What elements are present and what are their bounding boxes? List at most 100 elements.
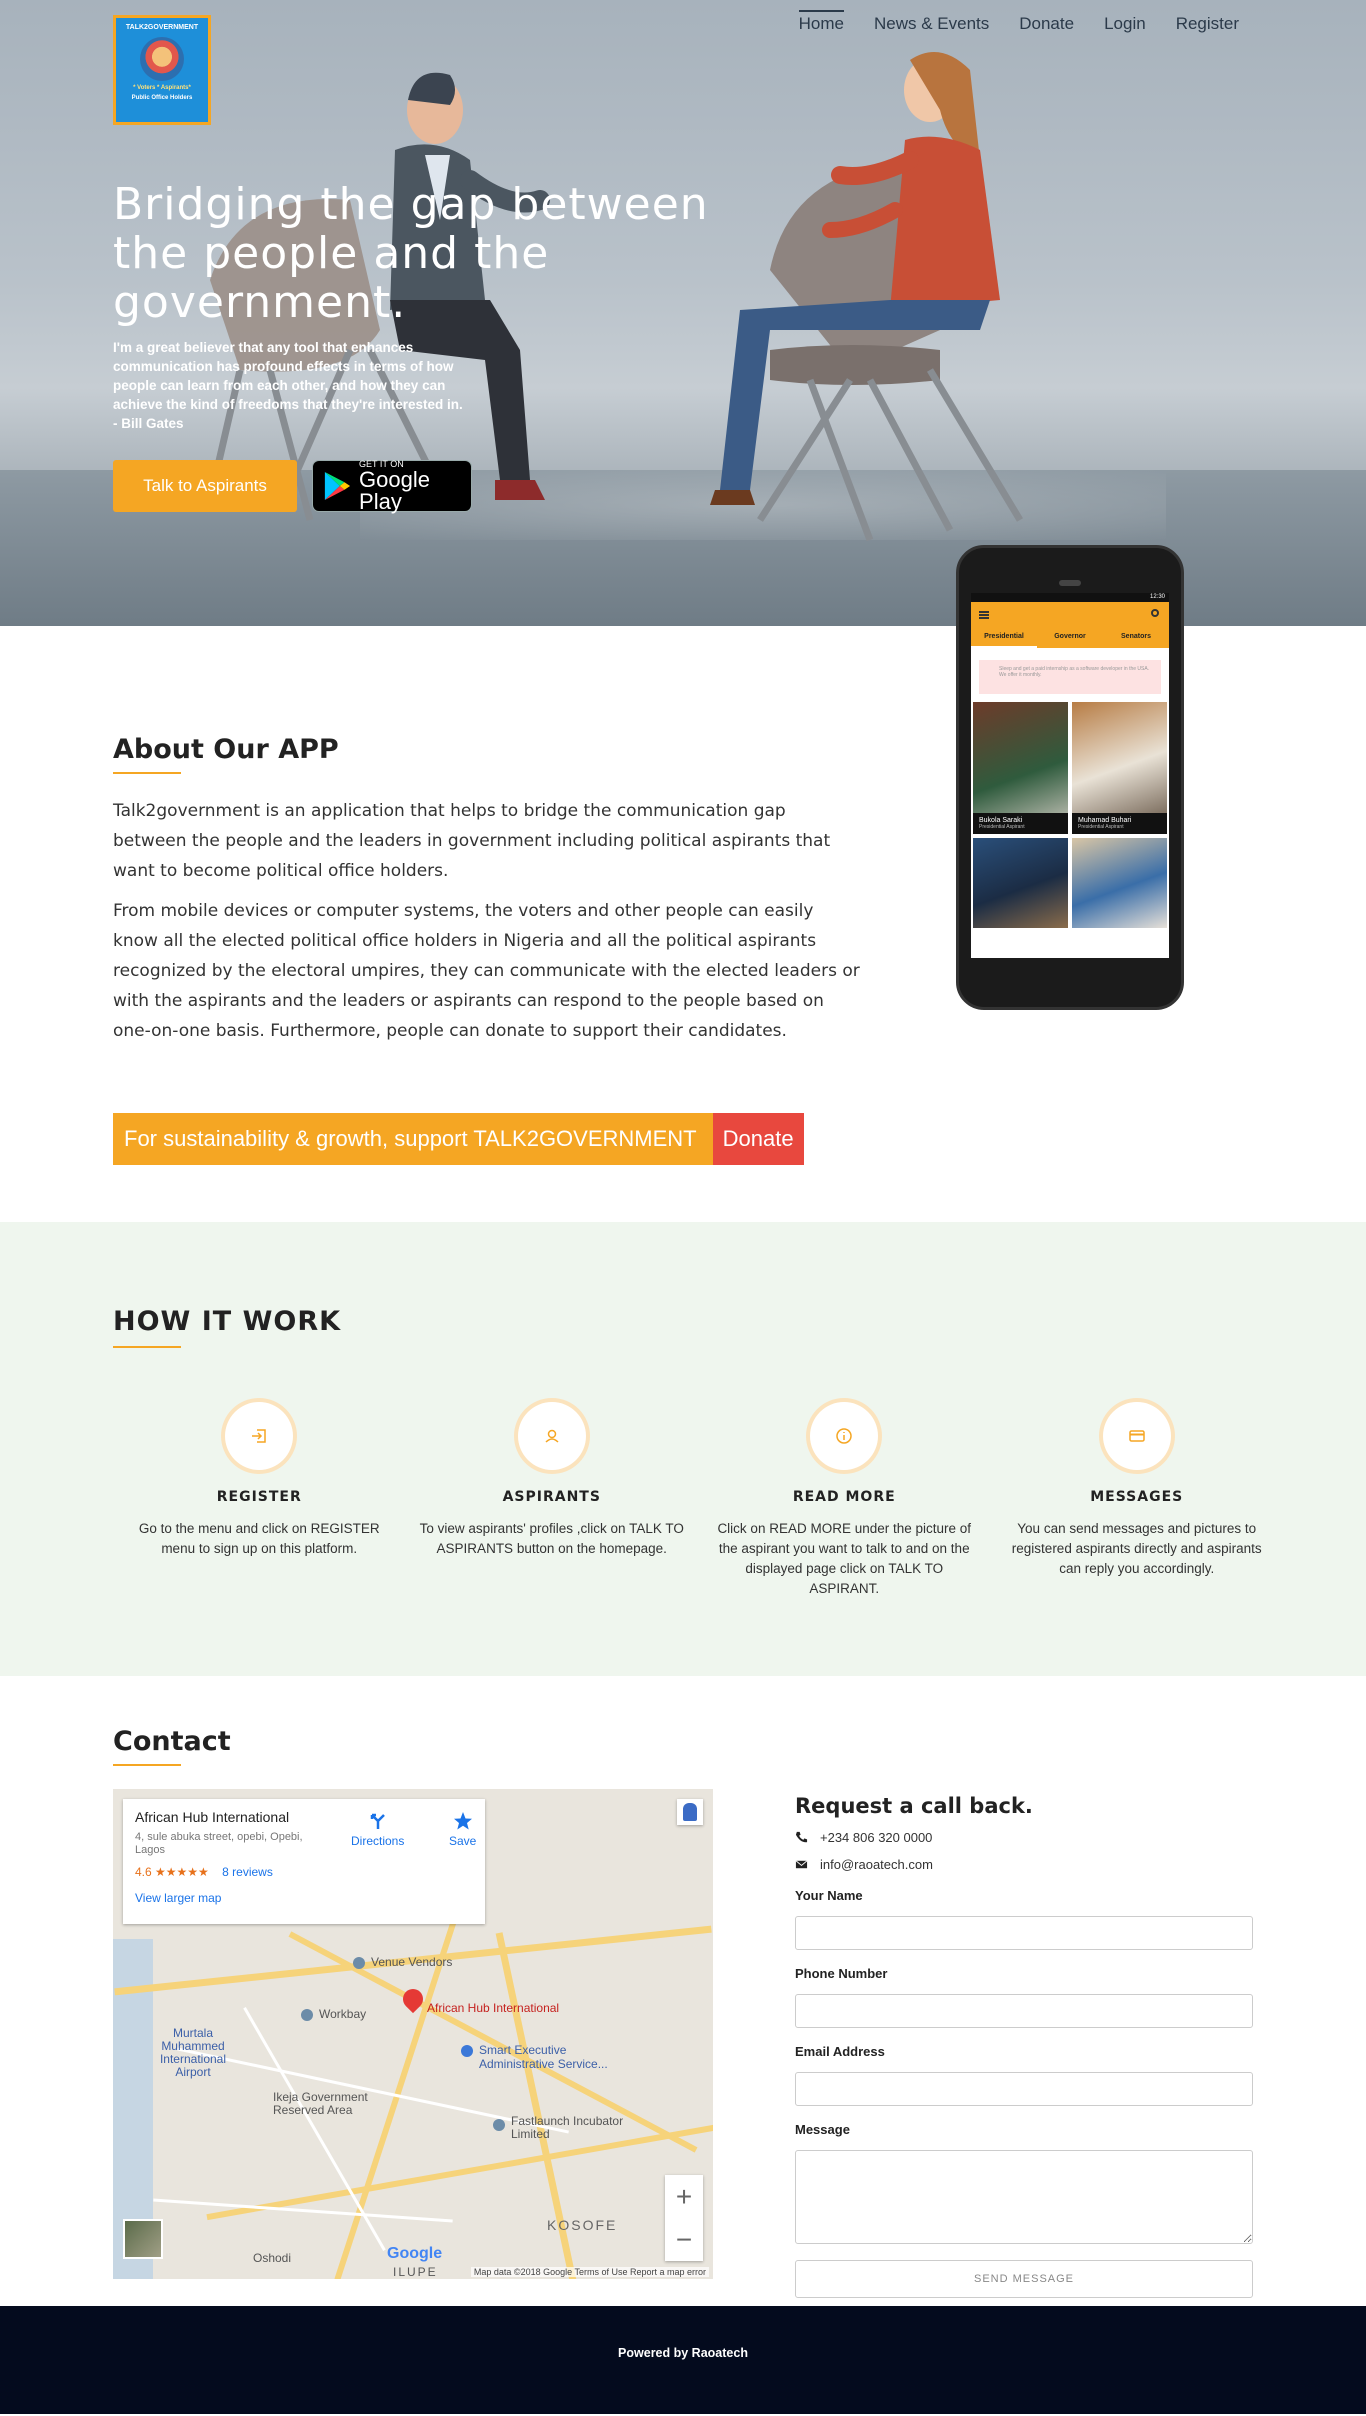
message-field[interactable]: [795, 2150, 1253, 2244]
nav-login[interactable]: Login: [1104, 14, 1146, 38]
phone-number-field[interactable]: [795, 1994, 1253, 2028]
phone-screen: 12:30 Presidential Governor Senators Sle…: [971, 593, 1169, 958]
map-rating-stars: 4.6 ★★★★★: [135, 1865, 209, 1879]
phone-status-bar: 12:30: [971, 593, 1169, 602]
email-field[interactable]: [795, 2072, 1253, 2106]
nav-news-events[interactable]: News & Events: [874, 14, 989, 38]
pegman-icon[interactable]: [677, 1799, 703, 1825]
map-directions-label: Directions: [351, 1834, 405, 1848]
satellite-toggle[interactable]: [123, 2219, 163, 2259]
aspirant-card: [973, 838, 1068, 928]
name-field[interactable]: [795, 1916, 1253, 1950]
step-read-more: READ MORE Click on READ MORE under the p…: [698, 1402, 991, 1599]
about-paragraph-2: From mobile devices or computer systems,…: [113, 901, 860, 1041]
map-label: KOSOFE: [547, 2217, 618, 2233]
map-poi-marker: [461, 2045, 473, 2057]
aspirant-role: Presidential Aspirant: [979, 824, 1025, 830]
map-label: Workbay: [319, 2007, 367, 2021]
map-info-card: African Hub International 4, sule abuka …: [123, 1799, 485, 1924]
contact-section: Contact Venue Vendors Workbay African Hu…: [0, 1676, 1366, 2306]
menu-icon: [979, 611, 989, 619]
steps-row: REGISTER Go to the menu and click on REG…: [113, 1402, 1283, 1599]
map-save-button[interactable]: Save: [449, 1811, 476, 1848]
aspirant-card: Muhamad Buhari Presidential Aspirant: [1072, 702, 1167, 834]
sign-in-icon: [225, 1402, 294, 1470]
hero-section: TALK2GOVERNMENT * Voters * Aspirants* Pu…: [0, 0, 1366, 626]
search-icon: [1151, 609, 1159, 617]
map-label: Smart Executive Administrative Service..…: [479, 2043, 608, 2071]
step-register: REGISTER Go to the menu and click on REG…: [113, 1402, 406, 1599]
map-label: African Hub International: [427, 2001, 560, 2015]
heading-underline: [113, 1764, 181, 1766]
phone-speaker: [1059, 580, 1081, 586]
how-heading: HOW IT WORK: [113, 1306, 342, 1337]
message-label: Message: [795, 2122, 850, 2137]
map-label: Fastlaunch Incubator Limited: [511, 2114, 624, 2141]
support-banner: For sustainability & growth, support TAL…: [113, 1113, 804, 1165]
contact-heading: Contact: [113, 1726, 231, 1757]
phone-tab-governor: Governor: [1054, 633, 1086, 640]
gplay-big-text: Google Play: [359, 467, 430, 514]
contact-email: info@raoatech.com: [795, 1857, 1253, 1872]
google-play-icon: [324, 471, 351, 501]
zoom-out-button[interactable]: −: [665, 2218, 703, 2261]
aspirant-card: [1072, 838, 1167, 928]
map-place-name: African Hub International: [135, 1809, 290, 1825]
phone-tabs: Presidential Governor Senators: [971, 628, 1169, 648]
step-text: Click on READ MORE under the picture of …: [717, 1521, 972, 1596]
map-road: [288, 1931, 698, 2153]
aspirant-card: Bukola Saraki Presidential Aspirant: [973, 702, 1068, 834]
map-label: Oshodi: [253, 2251, 292, 2265]
logo-emblem: [140, 37, 184, 81]
hero-quote-author: - Bill Gates: [113, 416, 184, 431]
step-text: You can send messages and pictures to re…: [1011, 1521, 1262, 1576]
site-logo[interactable]: TALK2GOVERNMENT * Voters * Aspirants* Pu…: [113, 15, 211, 125]
credit-card-icon: [1102, 1402, 1171, 1470]
nav-donate[interactable]: Donate: [1019, 14, 1074, 38]
step-text: Go to the menu and click on REGISTER men…: [138, 1521, 380, 1556]
phone-aspirant-grid: Bukola Saraki Presidential Aspirant Muha…: [971, 702, 1169, 928]
map-label: Murtala Muhammed International Airport: [159, 2026, 227, 2079]
footer-credit: Powered by Raoatech: [618, 2346, 748, 2360]
star-icon: [453, 1812, 472, 1830]
map-label: Venue Vendors: [371, 1955, 453, 1969]
map-label: ILUPE: [393, 2265, 438, 2279]
zoom-in-button[interactable]: +: [665, 2175, 703, 2218]
aspirant-card-caption: Muhamad Buhari Presidential Aspirant: [1072, 813, 1167, 834]
phone-tab-presidential: Presidential: [971, 628, 1037, 648]
view-larger-map-link[interactable]: View larger map: [135, 1891, 473, 1905]
aspirant-role: Presidential Aspirant: [1078, 824, 1124, 830]
map-directions-button[interactable]: Directions: [351, 1811, 404, 1848]
callback-form: Request a call back. +234 806 320 0000 i…: [795, 1794, 1253, 2298]
map-label: Ikeja Government Reserved Area: [273, 2090, 368, 2117]
step-title: ASPIRANTS: [502, 1489, 601, 1505]
step-title: READ MORE: [792, 1489, 896, 1505]
send-message-button[interactable]: SEND MESSAGE: [795, 2260, 1253, 2298]
hero-quote-text: I'm a great believer that any tool that …: [113, 340, 463, 412]
how-it-works-section: HOW IT WORK REGISTER Go to the menu and …: [0, 1222, 1366, 1676]
email-label: Email Address: [795, 2044, 885, 2059]
nav-register[interactable]: Register: [1176, 14, 1239, 38]
aspirant-card-caption: Bukola Saraki Presidential Aspirant: [973, 813, 1068, 834]
logo-bottom-text: Public Office Holders: [131, 95, 193, 101]
nav-home[interactable]: Home: [798, 10, 844, 38]
phone-ad-banner: Sleep and get a paid internship as a sof…: [979, 660, 1161, 694]
contact-phone-text: +234 806 320 0000: [820, 1830, 933, 1845]
map-footnote: Map data ©2018 Google Terms of Use Repor…: [470, 2267, 709, 2277]
step-aspirants: ASPIRANTS To view aspirants' profiles ,c…: [406, 1402, 699, 1599]
phone-icon: [795, 1831, 808, 1843]
map-reviews-link[interactable]: 8 reviews: [222, 1865, 273, 1879]
talk-to-aspirants-button[interactable]: Talk to Aspirants: [113, 460, 297, 512]
google-play-badge[interactable]: GET IT ON Google Play: [312, 459, 472, 514]
map-place-rating: 4.6 ★★★★★ 8 reviews: [135, 1865, 473, 1879]
phone-tab-senators: Senators: [1121, 633, 1151, 640]
google-logo: Google: [387, 2245, 443, 2262]
map-zoom-control: + −: [665, 2175, 703, 2261]
logo-mid-text: * Voters * Aspirants*: [133, 85, 191, 91]
about-heading: About Our APP: [113, 734, 339, 765]
donate-button[interactable]: Donate: [712, 1113, 804, 1165]
envelope-icon: [795, 1860, 808, 1869]
step-text: To view aspirants' profiles ,click on TA…: [419, 1521, 684, 1556]
google-map[interactable]: Venue Vendors Workbay African Hub Intern…: [113, 1789, 713, 2279]
name-label: Your Name: [795, 1888, 863, 1903]
